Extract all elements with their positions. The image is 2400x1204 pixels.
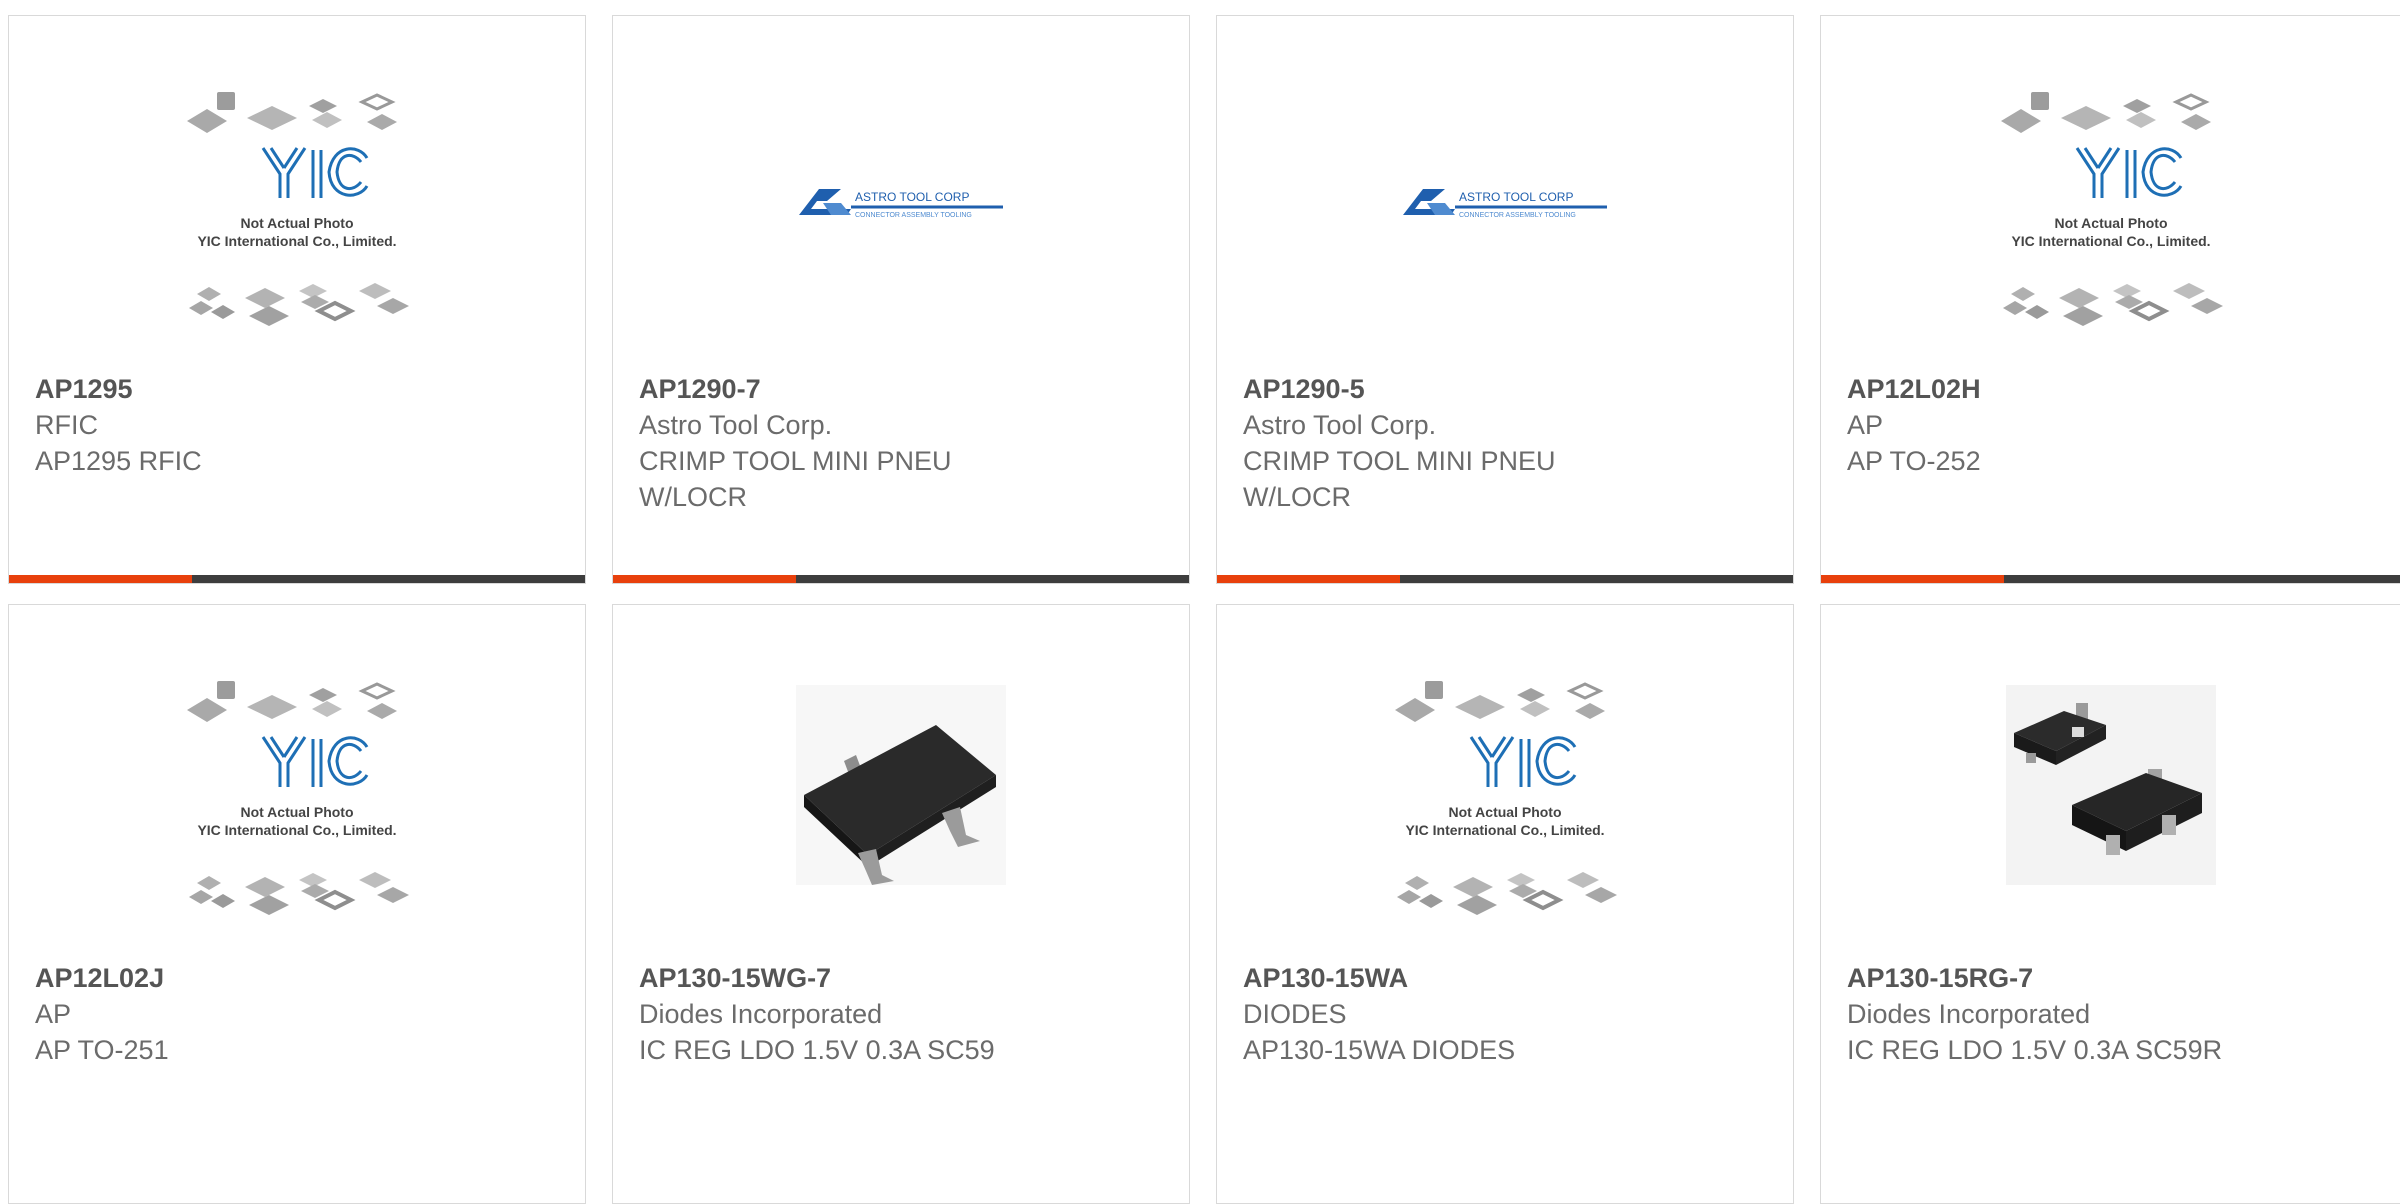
part-number-link[interactable]: AP12L02J [35,960,559,996]
image-caption-2: YIC International Co., Limited. [1405,822,1604,838]
product-info: AP130-15WA DIODES AP130-15WA DIODES [1243,960,1767,1068]
description: CRIMP TOOL MINI PNEU W/LOCR [639,446,952,512]
manufacturer: AP [1847,410,1884,440]
description: AP TO-251 [35,1035,169,1065]
product-info: AP130-15RG-7 Diodes Incorporated IC REG … [1847,960,2374,1068]
product-card[interactable]: Not Actual Photo YIC International Co., … [8,15,586,584]
product-info: AP1290-5 Astro Tool Corp. CRIMP TOOL MIN… [1243,371,1767,515]
product-card[interactable]: ASTRO TOOL CORP CONNECTOR ASSEMBLY TOOLI… [612,15,1190,584]
card-accent-bar [1821,575,2004,583]
image-caption-1: Not Actual Photo [240,215,353,231]
yic-placeholder-image: Not Actual Photo YIC International Co., … [1393,679,1619,915]
part-number-link[interactable]: AP130-15WA [1243,960,1767,996]
manufacturer: Astro Tool Corp. [639,410,833,440]
part-number-link[interactable]: AP1295 [35,371,559,407]
yic-placeholder-image: Not Actual Photo YIC International Co., … [185,90,411,326]
image-caption-1: Not Actual Photo [2054,215,2167,231]
manufacturer: DIODES [1243,999,1347,1029]
sot23-pair-image [2005,685,2216,885]
manufacturer: AP [35,999,72,1029]
card-footer-bar [613,575,1189,583]
product-image[interactable]: Not Actual Photo YIC International Co., … [9,675,585,965]
part-number-link[interactable]: AP130-15RG-7 [1847,960,2374,996]
product-info: AP1290-7 Astro Tool Corp. CRIMP TOOL MIN… [639,371,1163,515]
part-number-link[interactable]: AP1290-5 [1243,371,1767,407]
part-number-link[interactable]: AP1290-7 [639,371,1163,407]
part-number-link[interactable]: AP12L02H [1847,371,2374,407]
card-accent-bar [9,575,192,583]
description: AP TO-252 [1847,446,1981,476]
astro-tool-logo-image: ASTRO TOOL CORP CONNECTOR ASSEMBLY TOOLI… [1403,189,1607,219]
manufacturer: RFIC [35,410,98,440]
description: IC REG LDO 1.5V 0.3A SC59 [639,1035,995,1065]
astro-logo-text: ASTRO TOOL CORP [855,190,969,204]
product-image[interactable]: Not Actual Photo YIC International Co., … [9,86,585,376]
manufacturer: Diodes Incorporated [639,999,883,1029]
astro-logo-text: ASTRO TOOL CORP [1459,190,1573,204]
card-accent-bar [1217,575,1400,583]
card-footer-bar [9,575,585,583]
part-number-link[interactable]: AP130-15WG-7 [639,960,1163,996]
product-card[interactable]: Not Actual Photo YIC International Co., … [1216,604,1794,1204]
product-card[interactable]: AP130-15WG-7 Diodes Incorporated IC REG … [612,604,1190,1204]
product-image[interactable] [613,675,1189,965]
product-info: AP130-15WG-7 Diodes Incorporated IC REG … [639,960,1163,1068]
manufacturer: Astro Tool Corp. [1243,410,1437,440]
card-footer-bar [1821,575,2400,583]
image-caption-2: YIC International Co., Limited. [197,822,396,838]
yic-placeholder-image: Not Actual Photo YIC International Co., … [1998,90,2225,326]
astro-logo-subtext: CONNECTOR ASSEMBLY TOOLING [855,212,972,219]
product-card[interactable]: ASTRO TOOL CORP CONNECTOR ASSEMBLY TOOLI… [1216,15,1794,584]
description: CRIMP TOOL MINI PNEU W/LOCR [1243,446,1556,512]
description: IC REG LDO 1.5V 0.3A SC59R [1847,1035,2223,1065]
card-accent-bar [613,575,796,583]
product-info: AP12L02H AP AP TO-252 [1847,371,2374,479]
product-grid: Not Actual Photo YIC International Co., … [0,0,2400,1204]
manufacturer: Diodes Incorporated [1847,999,2091,1029]
image-caption-2: YIC International Co., Limited. [2011,233,2210,249]
sot23-chip-image [796,685,1006,885]
product-image[interactable]: Not Actual Photo YIC International Co., … [1217,675,1793,965]
product-image[interactable]: Not Actual Photo YIC International Co., … [1821,86,2400,376]
product-card[interactable]: Not Actual Photo YIC International Co., … [1820,15,2400,584]
description: AP130-15WA DIODES [1243,1035,1516,1065]
image-caption-2: YIC International Co., Limited. [197,233,396,249]
product-image[interactable] [1821,675,2400,965]
product-card[interactable]: Not Actual Photo YIC International Co., … [8,604,586,1204]
description: AP1295 RFIC [35,446,202,476]
product-card[interactable]: AP130-15RG-7 Diodes Incorporated IC REG … [1820,604,2400,1204]
image-caption-1: Not Actual Photo [240,804,353,820]
yic-placeholder-image: Not Actual Photo YIC International Co., … [185,679,411,915]
image-caption-1: Not Actual Photo [1448,804,1561,820]
product-image[interactable]: ASTRO TOOL CORP CONNECTOR ASSEMBLY TOOLI… [1217,86,1793,376]
astro-logo-subtext: CONNECTOR ASSEMBLY TOOLING [1459,212,1576,219]
product-image[interactable]: ASTRO TOOL CORP CONNECTOR ASSEMBLY TOOLI… [613,86,1189,376]
card-footer-bar [1217,575,1793,583]
product-info: AP12L02J AP AP TO-251 [35,960,559,1068]
astro-tool-logo-image: ASTRO TOOL CORP CONNECTOR ASSEMBLY TOOLI… [799,189,1003,219]
product-info: AP1295 RFIC AP1295 RFIC [35,371,559,479]
